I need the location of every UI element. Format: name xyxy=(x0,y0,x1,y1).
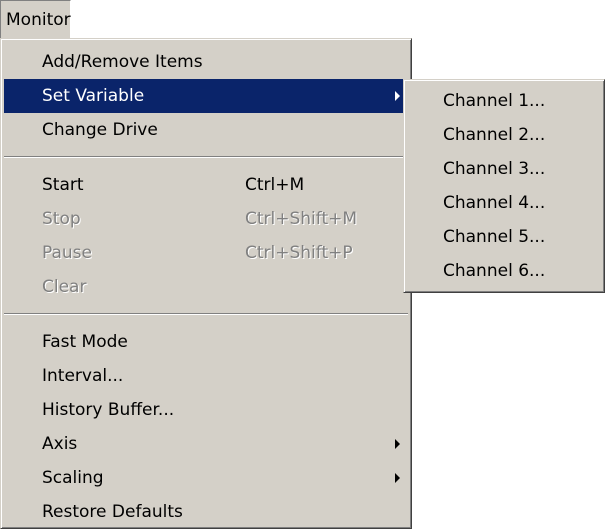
menu-item-label: Start xyxy=(42,175,84,195)
submenu-item-label: Channel 1... xyxy=(443,91,546,111)
menu-item-history-buffer[interactable]: History Buffer... xyxy=(4,393,408,427)
chevron-right-icon xyxy=(395,439,400,449)
menu-item-label: Clear xyxy=(42,277,87,297)
menu-item-restore-defaults[interactable]: Restore Defaults xyxy=(4,495,408,529)
menu-item-label: Set Variable xyxy=(42,86,145,106)
submenu-item-label: Channel 4... xyxy=(443,193,546,213)
menu-item-set-variable[interactable]: Set Variable xyxy=(4,79,408,113)
menu-item-axis[interactable]: Axis xyxy=(4,427,408,461)
submenu-item-channel-5[interactable]: Channel 5... xyxy=(407,220,601,254)
submenu-item-label: Channel 3... xyxy=(443,159,546,179)
menu-separator xyxy=(4,156,408,158)
menu-item-shortcut: Ctrl+M xyxy=(245,175,305,195)
chevron-right-icon xyxy=(395,473,400,483)
menu-item-label: Restore Defaults xyxy=(42,502,183,522)
menu-item-label: Fast Mode xyxy=(42,332,128,352)
submenu-item-channel-2[interactable]: Channel 2... xyxy=(407,118,601,152)
menu-item-label: Change Drive xyxy=(42,120,158,140)
set-variable-submenu: Channel 1... Channel 2... Channel 3... C… xyxy=(403,79,605,293)
submenu-item-channel-6[interactable]: Channel 6... xyxy=(407,254,601,288)
menu-item-clear: Clear xyxy=(4,270,408,304)
menu-item-interval[interactable]: Interval... xyxy=(4,359,408,393)
menu-separator xyxy=(4,313,408,315)
menu-item-fast-mode[interactable]: Fast Mode xyxy=(4,325,408,359)
menu-item-shortcut: Ctrl+Shift+M xyxy=(245,209,358,229)
submenu-item-label: Channel 5... xyxy=(443,227,546,247)
menu-item-change-drive[interactable]: Change Drive xyxy=(4,113,408,147)
submenu-item-label: Channel 2... xyxy=(443,125,546,145)
submenu-item-channel-3[interactable]: Channel 3... xyxy=(407,152,601,186)
menu-item-label: Axis xyxy=(42,434,78,454)
menu-item-scaling[interactable]: Scaling xyxy=(4,461,408,495)
menu-item-label: Add/Remove Items xyxy=(42,52,203,72)
menu-item-add-remove-items[interactable]: Add/Remove Items xyxy=(4,45,408,79)
menu-item-shortcut: Ctrl+Shift+P xyxy=(245,243,353,263)
menu-item-label: History Buffer... xyxy=(42,400,175,420)
menu-item-label: Pause xyxy=(42,243,92,263)
submenu-item-label: Channel 6... xyxy=(443,261,546,281)
chevron-right-icon xyxy=(395,91,400,101)
menu-monitor[interactable]: Monitor xyxy=(0,0,71,38)
menu-item-pause: Pause Ctrl+Shift+P xyxy=(4,236,408,270)
monitor-menu: Add/Remove Items Set Variable Change Dri… xyxy=(0,38,412,529)
menu-item-label: Interval... xyxy=(42,366,124,386)
submenu-item-channel-4[interactable]: Channel 4... xyxy=(407,186,601,220)
menu-item-start[interactable]: Start Ctrl+M xyxy=(4,168,408,202)
menu-item-label: Scaling xyxy=(42,468,104,488)
menu-item-label: Stop xyxy=(42,209,81,229)
menu-item-stop: Stop Ctrl+Shift+M xyxy=(4,202,408,236)
submenu-item-channel-1[interactable]: Channel 1... xyxy=(407,84,601,118)
